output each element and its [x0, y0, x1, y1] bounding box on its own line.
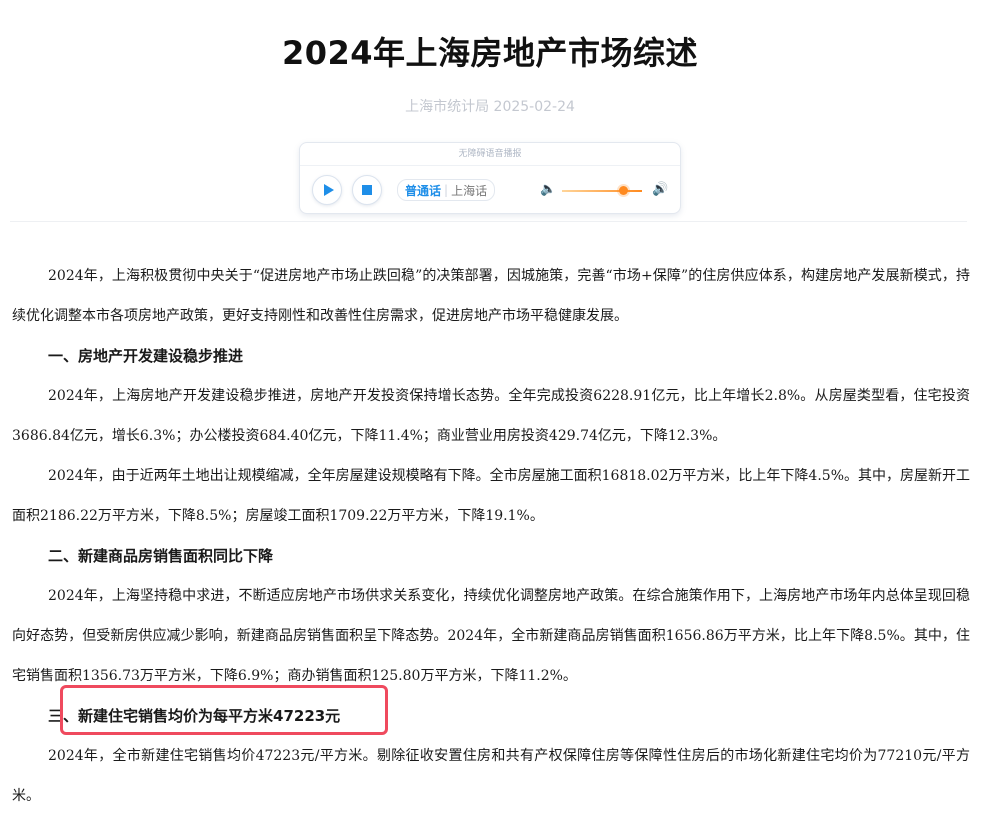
volume-high-icon[interactable]: 🔊 [652, 182, 668, 197]
section-heading-2: 二、新建商品房销售面积同比下降 [48, 547, 274, 565]
audio-player: 无障碍语音播报 普通话 | 上海话 🔈 🔊 [299, 142, 681, 214]
article-source-date: 上海市统计局 2025-02-24 [405, 99, 575, 115]
dialect-shanghainese[interactable]: 上海话 [448, 182, 490, 199]
page-title: 2024年上海房地产市场综述 [281, 34, 699, 72]
paragraph-price: 2024年，全市新建住宅销售均价47223元/平方米。剔除征收安置住房和共有产权… [12, 748, 970, 804]
paragraph-sales: 2024年，上海坚持稳中求进，不断适应房地产市场供求关系变化，持续优化调整房地产… [12, 588, 970, 684]
volume-slider-handle[interactable] [618, 186, 628, 195]
paragraph-construction: 2024年，由于近两年土地出让规模缩减，全年房屋建设规模略有下降。全市房屋施工面… [12, 468, 970, 524]
volume-slider[interactable] [562, 190, 642, 192]
divider [10, 221, 967, 222]
dialect-mandarin[interactable]: 普通话 [402, 182, 444, 199]
section-heading-1: 一、房地产开发建设稳步推进 [48, 347, 244, 365]
player-header: 无障碍语音播报 [300, 143, 680, 166]
paragraph-intro: 2024年，上海积极贯彻中央关于“促进房地产市场止跌回稳”的决策部署，因城施策，… [12, 268, 970, 324]
play-button[interactable] [312, 175, 342, 205]
stop-button[interactable] [352, 175, 382, 205]
paragraph-investment: 2024年，上海房地产开发建设稳步推进，房地产开发投资保持增长态势。全年完成投资… [12, 388, 970, 444]
highlight-box [60, 685, 388, 735]
volume-low-icon[interactable]: 🔈 [540, 182, 556, 197]
dialect-toggle: 普通话 | 上海话 [397, 179, 496, 201]
